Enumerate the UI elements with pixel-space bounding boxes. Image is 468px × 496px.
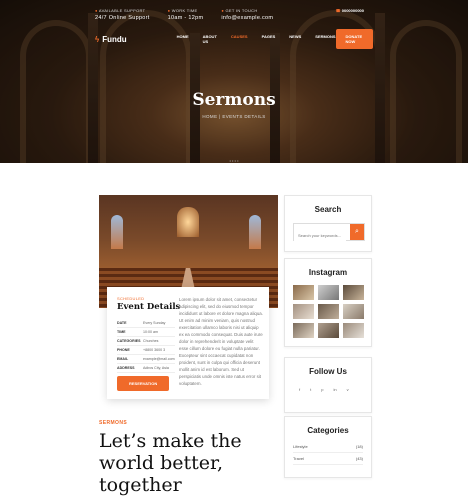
search-button[interactable]: ⌕ <box>350 224 364 240</box>
nav-item-pages[interactable]: PAGES <box>262 34 276 44</box>
event-tag: SCHEDULED <box>117 296 145 301</box>
info-key: TIME <box>117 330 126 334</box>
instagram-photo[interactable] <box>318 304 339 319</box>
hero-banner: ● AVAILABLE SUPPORT 24/7 Online Support ●… <box>0 0 468 163</box>
info-row: DATE Every Sunday <box>117 319 175 328</box>
logo-text: Fundu <box>102 34 127 44</box>
flame-icon: ϟ <box>95 34 100 44</box>
follow-widget: Follow Us f t p in v <box>284 357 372 413</box>
info-value: +8800 3600 3 <box>143 348 166 352</box>
support-label: AVAILABLE SUPPORT <box>98 8 146 13</box>
article-title: Let’s make the world better, together <box>99 430 242 496</box>
search-box: ⌕ <box>293 223 365 243</box>
clock-icon: ● <box>167 8 171 13</box>
event-title: Event Details <box>117 302 181 312</box>
nav-item-causes[interactable]: CAUSES <box>231 34 248 44</box>
instagram-photo[interactable] <box>293 304 314 319</box>
event-info-table: DATE Every Sunday TIME 10:00 am CATEGORIES… <box>117 319 175 373</box>
phone-text: 0000000000 <box>341 8 364 13</box>
touch-label: GET IN TOUCH <box>225 8 258 13</box>
touch-value[interactable]: info@example.com <box>221 15 273 21</box>
search-title: Search <box>314 205 342 214</box>
search-input[interactable] <box>294 228 346 243</box>
info-row: CATEGORIES Churches <box>117 337 175 346</box>
reservation-button[interactable]: RESERVATION <box>117 376 170 391</box>
categories-widget: Categories Lifestyle (18) Travel (43) <box>284 416 372 478</box>
info-value: example@mail.com <box>143 357 175 361</box>
category-name: Lifestyle <box>293 444 308 449</box>
info-key: CATEGORIES <box>117 339 141 343</box>
category-item[interactable]: Travel (43) <box>293 456 363 465</box>
instagram-photo[interactable] <box>318 285 339 300</box>
hero-overlay <box>0 0 468 163</box>
instagram-photo[interactable] <box>343 304 364 319</box>
info-value: Churches <box>143 339 159 343</box>
info-row: EMAIL example@mail.com <box>117 355 175 364</box>
pinterest-icon[interactable]: p <box>321 387 323 392</box>
info-value: Every Sunday <box>143 321 166 325</box>
work-info: ● WORK TIME 10am - 12pm <box>168 8 204 21</box>
instagram-photo[interactable] <box>318 323 339 338</box>
search-icon: ⌕ <box>355 228 359 235</box>
stained-window <box>249 215 261 249</box>
logo[interactable]: ϟ Fundu <box>95 35 127 44</box>
nav-item-news[interactable]: NEWS <box>289 34 301 44</box>
social-links: f t p in v <box>299 387 349 392</box>
nav-menu: HOME ABOUT US CAUSES PAGES NEWS SERMONS <box>177 34 336 44</box>
instagram-widget: Instagram <box>284 258 372 347</box>
linkedin-icon[interactable]: in <box>333 387 336 392</box>
work-value: 10am - 12pm <box>167 15 204 21</box>
info-value: Adiros City, Asia <box>143 366 169 370</box>
info-row: TIME 10:00 am <box>117 328 175 337</box>
instagram-title: Instagram <box>308 268 348 277</box>
search-widget: Search ⌕ <box>284 195 372 252</box>
stained-window <box>111 215 123 249</box>
article-tag[interactable]: SERMONS <box>99 420 127 426</box>
facebook-icon[interactable]: f <box>299 387 300 392</box>
nav-item-about[interactable]: ABOUT US <box>203 34 217 44</box>
info-row: ADDRESS Adiros City, Asia <box>117 364 175 373</box>
info-key: DATE <box>117 321 127 325</box>
support-info: ● AVAILABLE SUPPORT 24/7 Online Support <box>95 8 150 21</box>
instagram-grid <box>293 285 364 338</box>
instagram-photo[interactable] <box>293 323 314 338</box>
mail-icon: ● <box>221 8 225 13</box>
headset-icon: ● <box>95 8 98 13</box>
phone-number[interactable]: ☎ 0000000000 <box>336 8 364 13</box>
work-label: WORK TIME <box>171 8 198 13</box>
category-count: (43) <box>355 456 363 461</box>
topbar: ● AVAILABLE SUPPORT 24/7 Online Support ●… <box>95 8 273 21</box>
instagram-photo[interactable] <box>343 323 364 338</box>
follow-title: Follow Us <box>309 367 347 376</box>
info-key: ADDRESS <box>117 366 135 370</box>
page-title: Sermons <box>192 90 276 110</box>
twitter-icon[interactable]: t <box>310 387 311 392</box>
category-name: Travel <box>293 456 304 461</box>
info-key: PHONE <box>117 348 130 352</box>
instagram-photo[interactable] <box>293 285 314 300</box>
instagram-photo[interactable] <box>343 285 364 300</box>
nav-item-sermons[interactable]: SERMONS <box>315 34 335 44</box>
category-item[interactable]: Lifestyle (18) <box>293 444 363 453</box>
main-nav: ϟ Fundu HOME ABOUT US CAUSES PAGES NEWS S… <box>95 29 373 49</box>
altar <box>177 207 199 237</box>
info-row: PHONE +8800 3600 3 <box>117 346 175 355</box>
donate-button[interactable]: DONATE NOW <box>335 29 373 49</box>
phone-icon: ☎ <box>335 8 341 13</box>
categories-title: Categories <box>307 426 349 435</box>
event-description: Lorem ipsum dolor sit amet, consectetur … <box>179 297 263 386</box>
vimeo-icon[interactable]: v <box>347 387 349 392</box>
info-key: EMAIL <box>117 357 129 361</box>
info-value: 10:00 am <box>143 330 158 334</box>
nav-item-home[interactable]: HOME <box>177 34 189 44</box>
event-details-card: SCHEDULED Event Details DATE Every Sunday… <box>107 287 269 399</box>
category-count: (18) <box>355 444 363 449</box>
touch-info: ● GET IN TOUCH info@example.com <box>221 8 273 21</box>
breadcrumb: HOME | EVENTS DETAILS <box>202 114 266 119</box>
support-value: 24/7 Online Support <box>95 15 150 21</box>
slider-dots[interactable]: • • • • <box>0 158 468 163</box>
